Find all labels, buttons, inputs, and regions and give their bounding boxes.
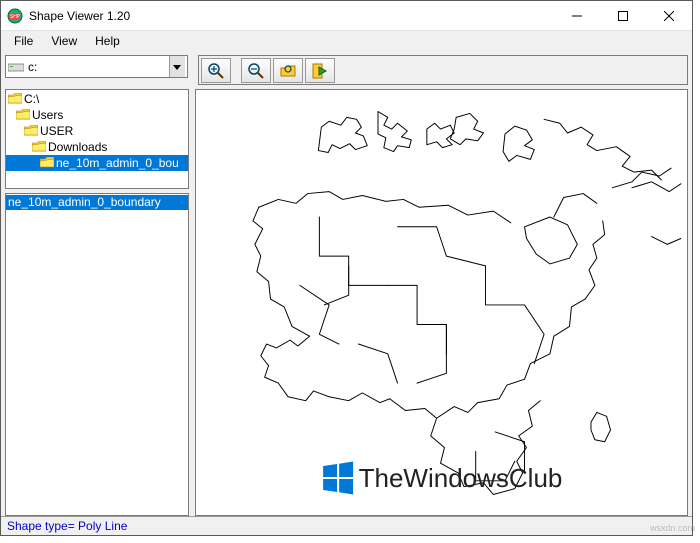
map-canvas[interactable]: TheWindowsClub (195, 89, 688, 516)
window-title: Shape Viewer 1.20 (29, 9, 554, 23)
tree-node[interactable]: Users (6, 107, 188, 123)
tree-node[interactable]: C:\ (6, 91, 188, 107)
windows-logo-icon (321, 461, 355, 495)
menu-file[interactable]: File (6, 33, 41, 49)
window-controls (554, 1, 692, 30)
tree-node[interactable]: Downloads (6, 139, 188, 155)
tree-label: Downloads (48, 140, 107, 154)
maximize-button[interactable] (600, 1, 646, 30)
statusbar: Shape type= Poly Line (1, 516, 692, 535)
close-button[interactable] (646, 1, 692, 30)
status-text: Shape type= Poly Line (7, 519, 127, 533)
drive-icon (8, 61, 24, 73)
tree-label: C:\ (24, 92, 39, 106)
content-area: C:\ Users USER Downloads ne_10m_admin_0_… (1, 89, 692, 516)
shape-map (196, 90, 687, 515)
watermark: TheWindowsClub (321, 461, 563, 495)
app-icon: SHP (7, 8, 23, 24)
attribution-text: wsxdn.com (650, 523, 695, 533)
app-window: SHP Shape Viewer 1.20 File View Help c: (0, 0, 693, 536)
left-panel: C:\ Users USER Downloads ne_10m_admin_0_… (5, 89, 189, 516)
tree-label: ne_10m_admin_0_bou (56, 156, 179, 170)
drive-label: c: (28, 60, 169, 74)
tree-node[interactable]: USER (6, 123, 188, 139)
menu-help[interactable]: Help (87, 33, 128, 49)
folder-open-icon (16, 109, 30, 121)
folder-open-icon (8, 93, 22, 105)
menubar: File View Help (1, 31, 692, 51)
tree-node-selected[interactable]: ne_10m_admin_0_bou (6, 155, 188, 171)
folder-open-icon (32, 141, 46, 153)
folder-open-icon (40, 157, 54, 169)
titlebar: SHP Shape Viewer 1.20 (1, 1, 692, 31)
zoom-out-button[interactable] (241, 58, 271, 83)
list-item-selected[interactable]: ne_10m_admin_0_boundary (6, 195, 188, 210)
folder-tree[interactable]: C:\ Users USER Downloads ne_10m_admin_0_… (5, 89, 189, 189)
tree-label: Users (32, 108, 63, 122)
open-file-button[interactable] (273, 58, 303, 83)
svg-text:SHP: SHP (10, 14, 21, 20)
tree-label: USER (40, 124, 73, 138)
file-list[interactable]: ne_10m_admin_0_boundary (5, 193, 189, 516)
minimize-button[interactable] (554, 1, 600, 30)
chevron-down-icon (169, 56, 185, 77)
folder-open-icon (24, 125, 38, 137)
watermark-text: TheWindowsClub (359, 463, 563, 494)
exit-button[interactable] (305, 58, 335, 83)
toolbar-row: c: (1, 51, 692, 89)
zoom-in-button[interactable] (201, 58, 231, 83)
toolbar (198, 55, 688, 85)
menu-view[interactable]: View (43, 33, 85, 49)
drive-selector[interactable]: c: (5, 55, 188, 78)
